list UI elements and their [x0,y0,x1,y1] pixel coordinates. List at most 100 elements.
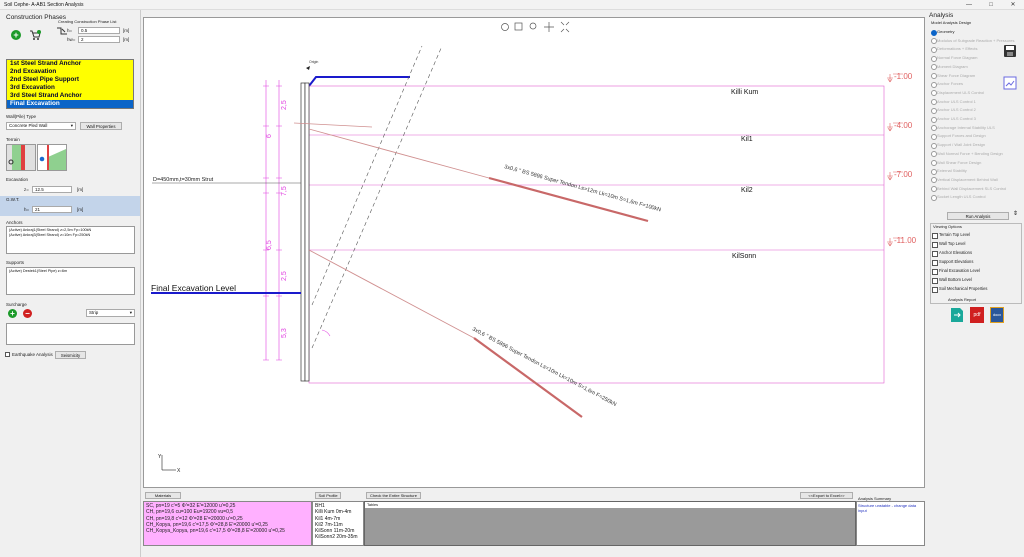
excavation-label: Excavation [6,177,29,182]
model-analysis-label: Model Analysis Design [931,20,972,25]
analysis-item[interactable]: Behind Wall Displacement SLS Control [931,185,1006,193]
analysis-item[interactable]: Displacement ULS Control [931,89,984,97]
analysis-item[interactable]: Vertical Displacement Behind Wall [931,176,998,184]
maximize-button[interactable]: □ [980,0,1002,10]
materials-list[interactable]: SC, pn=19 c'=5 Φ'=32 E'=12000 u'=0,25 CH… [143,501,312,546]
save-icon[interactable] [1003,44,1017,58]
fit-extent-icon[interactable] [560,21,570,33]
phase-item-selected[interactable]: Final Excavation [7,100,133,108]
create-phase-list-label: Creating Construction Phase List [58,19,117,24]
analysis-item[interactable]: Anchor ULS Control 2 [931,106,976,114]
h-input[interactable]: 0.5 [78,27,120,34]
analysis-summary-text: Structure unstable - change data input [858,503,917,513]
analysis-item[interactable]: Socket Length ULS Control [931,193,985,201]
phase-list[interactable]: 1st Steel Strand Anchor 2nd Excavation 2… [6,59,134,109]
analysis-item[interactable]: Anchorage Internal Stability ULS [931,124,995,132]
analysis-item[interactable]: Support / Wall Joint Design [931,141,985,149]
phase-item[interactable]: 2nd Steel Pipe Support [7,76,133,84]
wall-type-select[interactable]: Concrete Pled Wall ▾ [6,122,76,130]
cart-icon[interactable] [29,29,41,41]
analysis-item[interactable]: External Stability [931,167,967,175]
tables-area[interactable]: Tables [364,501,856,546]
pdf-report-icon[interactable]: pdf [970,307,984,323]
failure-wedge-lines [311,45,443,349]
zoom-window-icon[interactable] [514,22,523,31]
export-excel-button[interactable]: <<Export to Excel>> [800,492,853,499]
analysis-item[interactable]: Anchor ULS Control 3 [931,115,976,123]
analysis-item[interactable]: Geometry [931,28,955,36]
z-unit: [m] [77,187,84,192]
gwt-label: G.W.T. [6,197,20,202]
soil-item[interactable]: KilSonn2 20m-35m [315,534,361,540]
analysis-item[interactable]: Support Forces and Design [931,132,986,140]
check-structure-button[interactable]: Check the Entire Structure [366,492,421,499]
viewing-option-checkbox[interactable]: Final Excavation Level [932,267,980,275]
terrain-type-2-icon[interactable] [37,144,67,171]
viewing-option-checkbox[interactable]: Support Elevations [932,258,973,266]
surcharge-label: Surcharge [6,302,27,307]
minimize-button[interactable]: — [958,0,980,10]
final-excavation-label: Final Excavation Level [151,283,236,293]
viewing-option-checkbox[interactable]: Anchor Elevations [932,249,972,257]
supports-list[interactable]: (Active) Destek1(Steel Pipe) z=6m [6,267,135,295]
hw-input[interactable]: 2 [78,36,120,43]
analysis-item[interactable]: Moment Diagram [931,63,968,71]
report-export-icon[interactable] [950,307,964,323]
terrain-type-1-icon[interactable] [6,144,36,171]
pan-icon[interactable] [544,22,554,32]
chevron-down-icon: ▾ [70,123,73,128]
wall-properties-button[interactable]: Wall Properties [80,122,122,130]
analysis-item[interactable]: Wall Shear Force Design [931,159,981,166]
h-label: h= [67,28,73,33]
close-button[interactable]: ✕ [1002,0,1024,10]
viewing-option-checkbox[interactable]: Wall Bottom Level [932,276,972,284]
earthquake-checkbox[interactable] [5,352,10,357]
excavation-depth-input[interactable]: 12.5 [32,186,72,193]
support-item[interactable]: (Active) Destek1(Steel Pipe) z=6m [9,269,132,274]
analysis-panel: Analysis Model Analysis Design Geometry M… [927,10,1024,557]
level-label-3: -7.00 [894,170,913,179]
analysis-item[interactable]: Deformations + Effects [931,45,978,53]
anchor-item[interactable]: (Active) Ankraj3(Steel Strand) z=10m Fp=… [9,233,132,238]
phase-item[interactable]: 3rd Steel Strand Anchor [7,92,133,100]
run-analysis-button[interactable]: Run Analysis [947,212,1009,220]
soil-profile-list[interactable]: BH1 Killi Kum 0m-4m Kil1 4m-7m Kil2 7m-1… [312,501,364,546]
analysis-item[interactable]: Wall Normal Force + Bending Design [931,150,1003,158]
title-bar: Soil Cephe- A-AB1 Section Analysis — □ ✕ [0,0,1024,10]
surcharge-type-value: Strip [89,310,99,315]
phase-item[interactable]: 1st Steel Strand Anchor [7,60,133,68]
material-item[interactable]: CH_Kopya_Kopya, pn=19,6 c'=17,5 Φ'=28,8 … [146,528,309,534]
drawing-canvas[interactable]: Origin Killi Kum Kil1 Kil2 KilSonn -1.00… [143,17,925,488]
run-spinner-icon[interactable]: ⇕ [1013,210,1018,217]
analysis-summary-box: Structure unstable - change data input [856,501,925,546]
add-phase-icon[interactable]: + [11,30,21,40]
remove-surcharge-icon[interactable]: − [23,309,32,318]
soil-profile-button[interactable]: Soil Profile [315,492,341,499]
gwt-input[interactable]: 21 [32,206,72,213]
seismicity-button[interactable]: Seismicity [55,351,86,359]
layer-label-2: Kil1 [741,136,753,143]
analysis-item[interactable]: Shear Force Diagram [931,72,975,79]
analysis-item[interactable]: Anchor Forces [931,80,963,88]
home-view-icon[interactable] [501,23,509,31]
analysis-item[interactable]: Anchor ULS Control 1 [931,98,976,106]
hw-label: hw= [67,37,76,42]
surcharge-list[interactable] [6,323,135,345]
viewing-option-checkbox[interactable]: Terrain Top Level [932,231,970,239]
chevron-down-icon: ▾ [129,310,132,315]
analysis-item[interactable]: Modulus of Subgrade Reaction + Pressures [931,37,1015,45]
viewing-option-checkbox[interactable]: Soil Mechanical Properties [932,285,987,293]
h-unit: [m] [123,28,130,33]
anchors-list[interactable]: (Active) Ankraj1(Steel Strand) z=2,5m Fp… [6,226,135,254]
phase-item[interactable]: 2nd Excavation [7,68,133,76]
docx-report-icon[interactable]: docx [990,307,1004,323]
surcharge-type-select[interactable]: Strip ▾ [86,309,135,317]
left-panel: Construction Phases Creating Constructio… [0,10,141,557]
add-surcharge-icon[interactable]: + [8,309,17,318]
chart-image-icon[interactable] [1003,76,1017,90]
phase-item[interactable]: 3rd Excavation [7,84,133,92]
viewing-option-checkbox[interactable]: Wall Top Level [932,240,965,248]
zoom-icon[interactable] [529,22,537,30]
analysis-item[interactable]: Normal Force Diagram [931,54,977,62]
materials-button[interactable]: Materials [145,492,181,499]
